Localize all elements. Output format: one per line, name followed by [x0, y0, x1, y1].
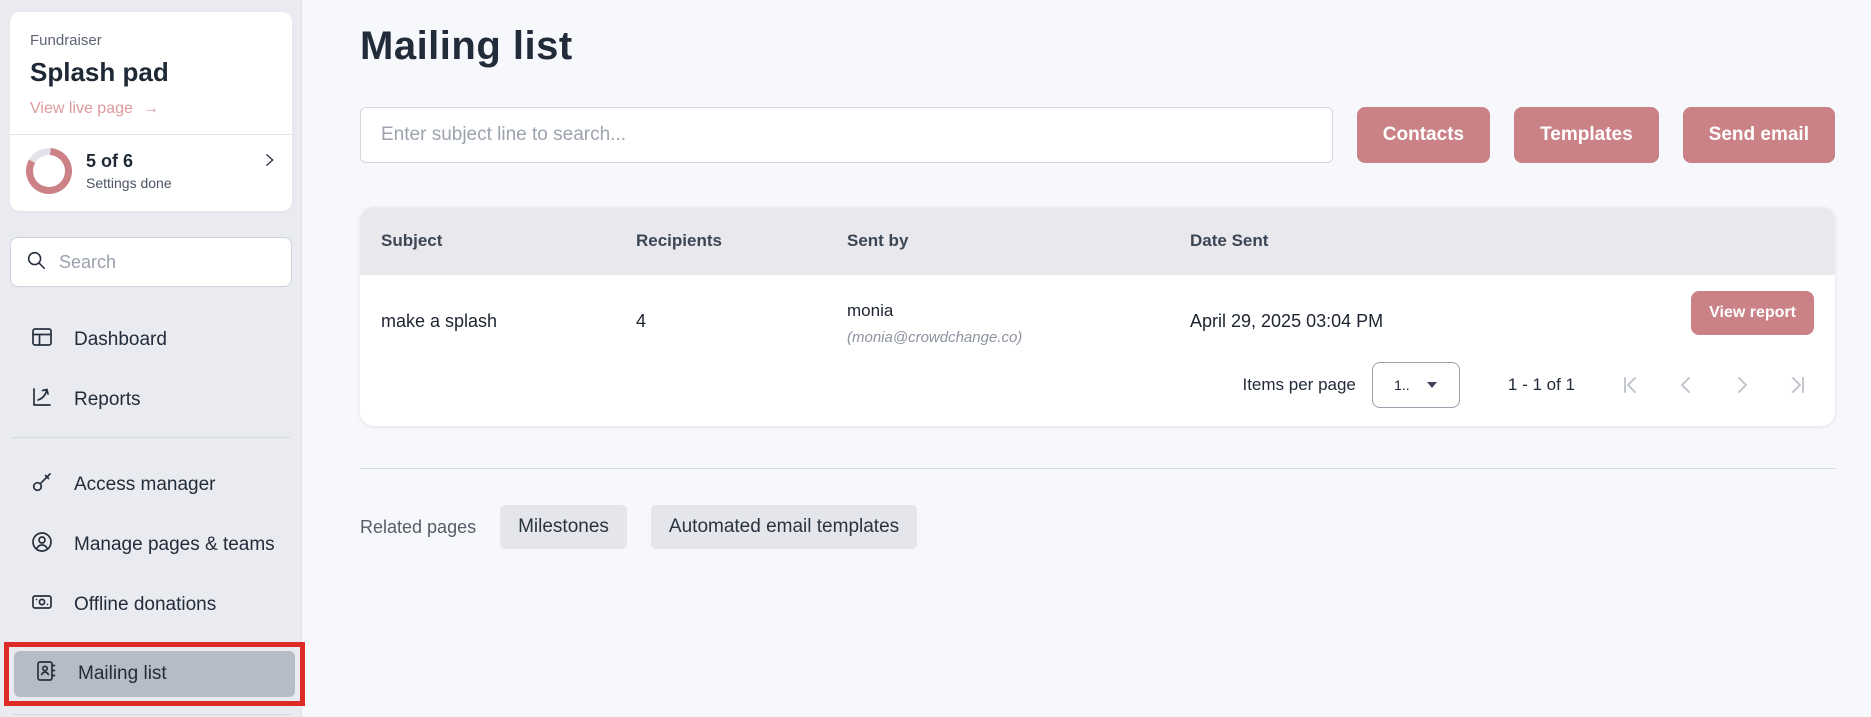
related-pages-label: Related pages: [360, 517, 476, 538]
first-page-icon[interactable]: [1619, 374, 1641, 396]
progress-value: 5 of 6: [86, 151, 172, 172]
search-icon: [25, 249, 47, 276]
chevron-right-icon[interactable]: [260, 151, 278, 174]
settings-progress[interactable]: 5 of 6 Settings done: [10, 135, 292, 211]
cell-sent-by: monia (monia@crowdchange.co): [847, 291, 1190, 346]
sidebar-item-label: Access manager: [74, 473, 216, 497]
sender-name: monia: [847, 291, 1190, 321]
sidebar-item-label: Reports: [74, 388, 141, 412]
items-per-page-label: Items per page: [1242, 375, 1355, 395]
table-header-row: Subject Recipients Sent by Date Sent: [360, 207, 1835, 275]
sidebar-search-box[interactable]: [10, 237, 292, 287]
page-size-value: 1..: [1394, 377, 1410, 393]
date-sent-value: April 29, 2025 03:04 PM: [1190, 291, 1383, 332]
page-size-select[interactable]: 1..: [1372, 362, 1460, 408]
sidebar-item-offline-donations[interactable]: Offline donations: [10, 582, 292, 628]
sidebar-item-label: Dashboard: [74, 328, 167, 352]
sidebar-item-manage-pages-teams[interactable]: Manage pages & teams: [10, 522, 292, 568]
subject-search-input[interactable]: [360, 107, 1333, 163]
pagination-range-text: 1 - 1 of 1: [1508, 375, 1575, 395]
caret-down-icon: [1426, 376, 1438, 394]
sidebar-item-access-manager[interactable]: Access manager: [10, 462, 292, 508]
menu-divider: [12, 437, 290, 438]
arrow-right-icon: →: [143, 100, 159, 118]
sidebar-item-mailing-list[interactable]: Mailing list: [14, 651, 295, 697]
key-icon: [30, 470, 54, 501]
address-book-icon: [34, 659, 58, 690]
view-report-button[interactable]: View report: [1691, 291, 1814, 335]
sidebar-menu: Dashboard Reports Access manager Manage …: [10, 317, 292, 715]
column-header-subject: Subject: [381, 231, 636, 251]
sidebar-item-label: Offline donations: [74, 593, 216, 617]
templates-button[interactable]: Templates: [1514, 107, 1659, 163]
related-chip-automated-email-templates[interactable]: Automated email templates: [651, 505, 917, 549]
dashboard-icon: [30, 325, 54, 356]
mailing-list-table: Subject Recipients Sent by Date Sent mak…: [360, 207, 1835, 426]
sidebar: Fundraiser Splash pad View live page → 5…: [0, 0, 302, 717]
next-page-icon[interactable]: [1731, 374, 1753, 396]
column-header-date-sent: Date Sent: [1190, 231, 1814, 251]
page-title: Mailing list: [360, 24, 1835, 69]
fundraiser-card: Fundraiser Splash pad View live page → 5…: [10, 12, 292, 211]
controls-row: Contacts Templates Send email: [360, 107, 1835, 163]
send-email-button[interactable]: Send email: [1683, 107, 1835, 163]
view-live-page-label: View live page: [30, 100, 133, 118]
sidebar-item-dashboard[interactable]: Dashboard: [10, 317, 292, 363]
sidebar-item-label: Manage pages & teams: [74, 533, 275, 557]
view-live-page-link[interactable]: View live page →: [30, 100, 272, 118]
sender-email: (monia@crowdchange.co): [847, 329, 1190, 346]
table-row: make a splash 4 monia (monia@crowdchange…: [360, 275, 1835, 352]
section-divider: [360, 468, 1835, 469]
cell-recipients: 4: [636, 291, 847, 332]
menu-divider: [12, 714, 290, 715]
progress-ring-icon: [26, 148, 72, 194]
fundraiser-label: Fundraiser: [30, 32, 272, 49]
contacts-button[interactable]: Contacts: [1357, 107, 1490, 163]
related-chip-milestones[interactable]: Milestones: [500, 505, 627, 549]
sidebar-item-reports[interactable]: Reports: [10, 377, 292, 423]
column-header-recipients: Recipients: [636, 231, 847, 251]
pagination-bar: Items per page 1.. 1 - 1 of 1: [360, 352, 1835, 426]
cell-subject: make a splash: [381, 291, 636, 332]
banknote-icon: [30, 590, 54, 621]
last-page-icon[interactable]: [1787, 374, 1809, 396]
main-content: Mailing list Contacts Templates Send ema…: [302, 0, 1871, 717]
cell-date-sent: April 29, 2025 03:04 PM View report: [1190, 291, 1814, 335]
previous-page-icon[interactable]: [1675, 374, 1697, 396]
sidebar-search-input[interactable]: [59, 252, 277, 273]
user-circle-icon: [30, 530, 54, 561]
related-pages-row: Related pages Milestones Automated email…: [360, 505, 1835, 549]
sidebar-item-label: Mailing list: [78, 662, 167, 686]
progress-caption: Settings done: [86, 175, 172, 191]
line-chart-icon: [30, 385, 54, 416]
annotation-highlight-box: Mailing list: [4, 642, 305, 706]
column-header-sent-by: Sent by: [847, 231, 1190, 251]
fundraiser-name: Splash pad: [30, 57, 272, 88]
